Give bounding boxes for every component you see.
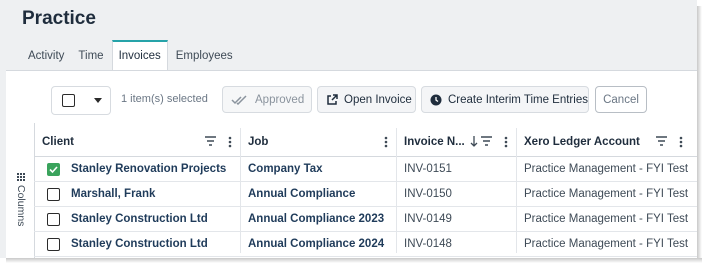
sort-down-icon[interactable]	[470, 136, 478, 147]
filter-icon[interactable]	[481, 136, 492, 146]
client-cell[interactable]: Stanley Construction Ltd	[71, 207, 208, 231]
open-external-icon	[326, 93, 338, 106]
row-checkbox[interactable]	[47, 213, 60, 226]
table-header: Client Job Invoice N... Xero Ledger Acco…	[34, 128, 697, 157]
table-row[interactable]: Marshall, Frank Annual Compliance INV-01…	[34, 182, 697, 207]
invoice-cell: INV-0148	[404, 238, 452, 250]
toolbar: 1 item(s) selected Approved Open Invoice…	[6, 85, 697, 115]
tab-time[interactable]: Time	[72, 40, 109, 70]
filter-icon[interactable]	[205, 136, 216, 146]
client-cell[interactable]: Stanley Construction Ltd	[71, 232, 208, 256]
create-interim-time-button[interactable]: Create Interim Time Entries	[421, 86, 589, 113]
header-client[interactable]: Client	[42, 128, 74, 156]
columns-toggle[interactable]: Columns	[15, 173, 27, 226]
approved-label: Approved	[255, 93, 305, 106]
account-cell: Practice Management - FYI Test	[524, 238, 689, 250]
cancel-button[interactable]: Cancel	[595, 86, 647, 113]
tab-employees[interactable]: Employees	[170, 40, 239, 70]
tab-invoices[interactable]: Invoices	[111, 40, 168, 71]
open-invoice-label: Open Invoice	[344, 93, 412, 106]
open-invoice-button[interactable]: Open Invoice	[317, 86, 416, 113]
window-shadow	[6, 258, 702, 263]
table-row[interactable]: Stanley Construction Ltd Annual Complian…	[34, 207, 697, 232]
header-invoice[interactable]: Invoice N...	[404, 128, 465, 156]
invoice-cell: INV-0149	[404, 213, 452, 225]
table-row[interactable]: Stanley Construction Ltd Annual Complian…	[34, 232, 697, 257]
account-cell: Practice Management - FYI Test	[524, 188, 689, 200]
approved-button[interactable]: Approved	[222, 86, 312, 113]
client-cell[interactable]: Marshall, Frank	[71, 182, 155, 206]
selection-count: 1 item(s) selected	[121, 93, 208, 105]
select-all-checkbox[interactable]	[62, 94, 75, 107]
header-account[interactable]: Xero Ledger Account	[524, 128, 640, 156]
row-checkbox[interactable]	[47, 238, 60, 251]
row-checkbox[interactable]	[47, 188, 60, 201]
invoices-panel: 1 item(s) selected Approved Open Invoice…	[6, 70, 697, 258]
app-window: Practice Activity Time Invoices Employee…	[0, 0, 697, 258]
row-checkbox[interactable]	[47, 163, 60, 176]
bulk-select-dropdown[interactable]	[51, 86, 111, 115]
account-cell: Practice Management - FYI Test	[524, 213, 689, 225]
account-cell: Practice Management - FYI Test	[524, 163, 689, 175]
columns-label: Columns	[15, 185, 27, 227]
page-title: Practice	[22, 8, 96, 29]
job-cell[interactable]: Annual Compliance	[248, 182, 355, 206]
table-row[interactable]: Stanley Renovation Projects Company Tax …	[34, 157, 697, 182]
chevron-down-icon[interactable]	[94, 98, 102, 103]
filter-icon[interactable]	[656, 136, 667, 146]
header-job[interactable]: Job	[248, 128, 268, 156]
client-cell[interactable]: Stanley Renovation Projects	[71, 157, 226, 181]
more-vert-icon[interactable]	[384, 136, 388, 148]
job-cell[interactable]: Annual Compliance 2024	[248, 232, 384, 256]
create-interim-label: Create Interim Time Entries	[448, 93, 588, 106]
tab-bar: Activity Time Invoices Employees	[22, 40, 241, 71]
check-icon	[49, 166, 58, 174]
more-vert-icon[interactable]	[679, 136, 683, 148]
more-vert-icon[interactable]	[504, 136, 508, 148]
invoice-cell: INV-0151	[404, 163, 452, 175]
tab-activity[interactable]: Activity	[22, 40, 70, 70]
job-cell[interactable]: Company Tax	[248, 157, 323, 181]
more-vert-icon[interactable]	[228, 136, 232, 148]
double-check-icon	[231, 94, 249, 105]
job-cell[interactable]: Annual Compliance 2023	[248, 207, 384, 231]
grid-icon	[17, 173, 25, 181]
clock-icon	[430, 94, 442, 106]
invoice-cell: INV-0150	[404, 188, 452, 200]
window-shadow	[697, 6, 702, 261]
columns-side-panel[interactable]: Columns	[6, 123, 35, 258]
